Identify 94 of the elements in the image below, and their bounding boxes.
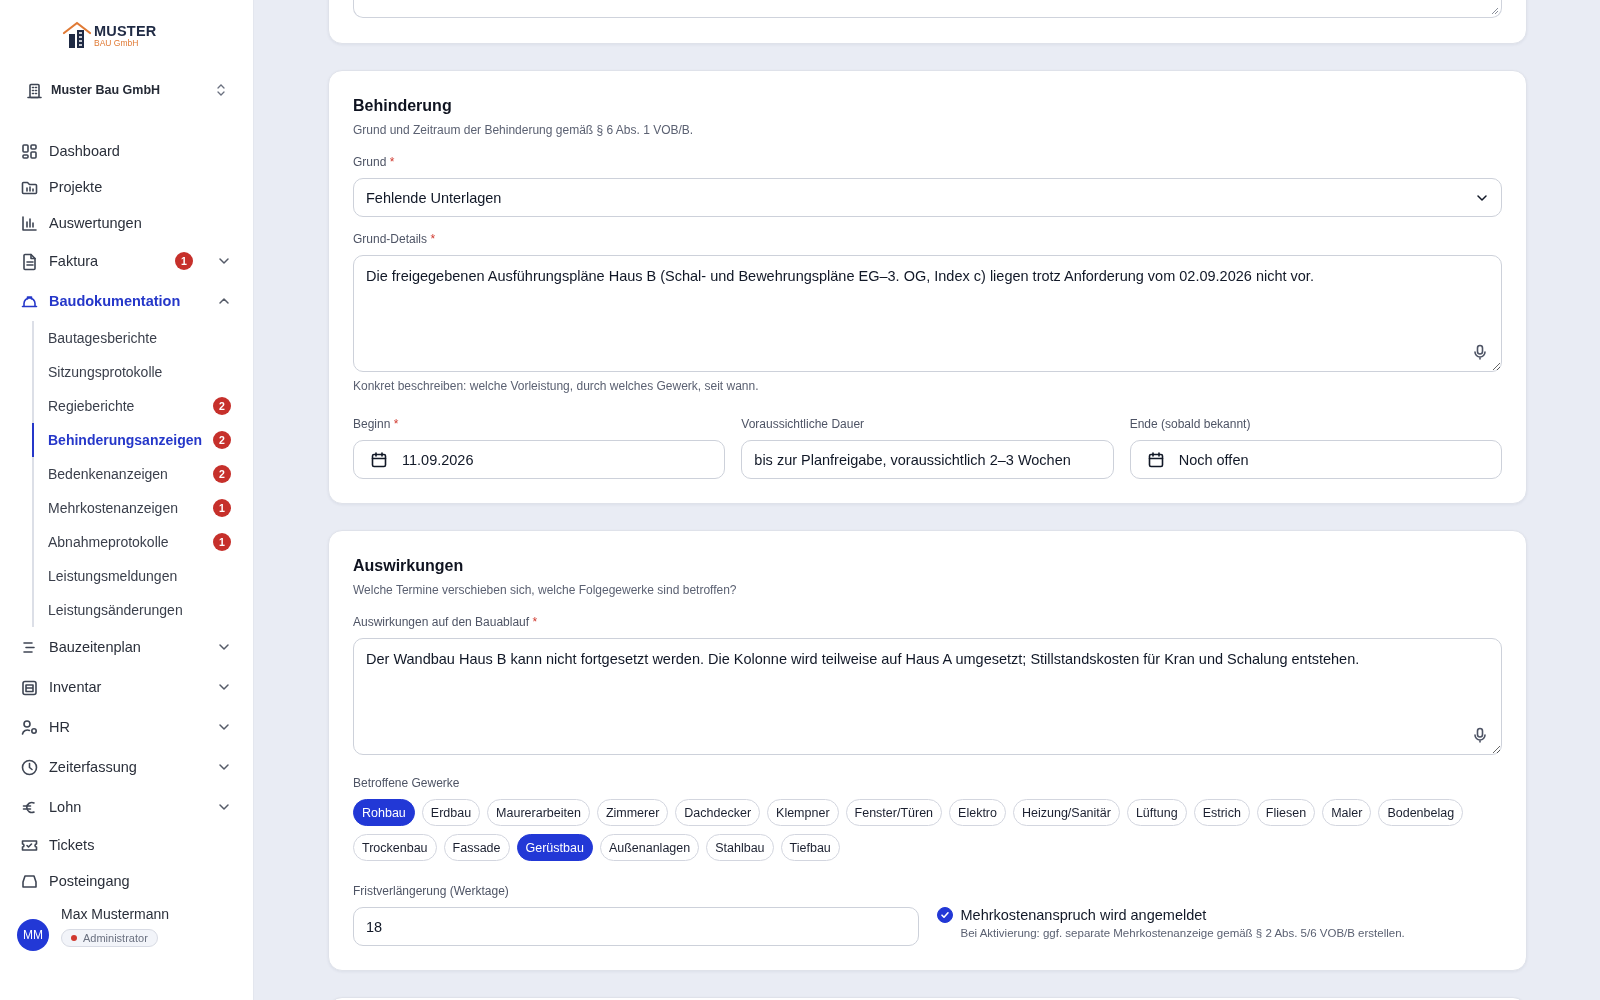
nav-subitem[interactable]: Sitzungsprotokolle (32, 355, 253, 389)
chip[interactable]: Fenster/Türen (845, 799, 943, 826)
field-label: Voraussichtliche Dauer (741, 416, 866, 432)
company-switcher[interactable]: Muster Bau GmbH (0, 70, 253, 110)
chip[interactable]: Erdbau (421, 799, 481, 826)
role-badge: Administrator (61, 929, 158, 947)
nav-item[interactable]: Inventar (0, 667, 253, 707)
nav-item[interactable]: HR (0, 707, 253, 747)
status-dot (71, 935, 77, 941)
section-subtitle: Welche Termine verschieben sich, welche Folgegewerke sind betroffen? (353, 582, 738, 598)
nav-subitem[interactable]: Leistungsänderungen (32, 593, 253, 627)
chip[interactable]: Fliesen (1256, 799, 1316, 826)
date-field[interactable]: 11.09.2026 (353, 440, 726, 479)
hint-text: Konkret beschreiben: welche Vorleistung, durch welches Gewerk, seit wann. (353, 378, 760, 394)
chip[interactable]: Tiefbau (780, 834, 840, 861)
nav-item[interactable]: Dashboard (0, 133, 253, 169)
chevron-up-down-icon (215, 82, 227, 98)
nav-item[interactable]: Posteingang (0, 863, 253, 899)
date-value[interactable]: 11.09.2026 (402, 451, 713, 468)
chip[interactable]: Maurerarbeiten (487, 799, 590, 826)
microphone-icon (1473, 344, 1487, 360)
chip[interactable]: Zimmerer (596, 799, 669, 826)
logo-subtitle: BAU GmbH (94, 38, 140, 48)
nav-item[interactable]: Bauzeitenplan (0, 627, 253, 667)
chip[interactable]: Klempner (767, 799, 839, 826)
chip[interactable]: Gerüstbau (516, 834, 593, 861)
count-badge: 1 (213, 499, 231, 517)
nav-item[interactable]: Faktura 1 (0, 241, 253, 281)
field-label: Auswirkungen auf den Bauablauf * (353, 614, 539, 630)
text-area[interactable]: Der Wandbau Haus B kann nicht fortgesetzt werden. Die Kolonne wird teilweise auf Haus A umgesetzt; Stillstandskosten für Kran und Schalung entstehen. (353, 638, 1502, 755)
chip[interactable]: Fassade (443, 834, 510, 861)
checkmark-icon (939, 910, 950, 920)
chip[interactable]: Rohbau (353, 799, 415, 826)
dashboard-icon (20, 141, 39, 161)
nav-subitem[interactable]: Regieberichte 2 (32, 389, 253, 423)
resize-handle-icon (1490, 6, 1499, 15)
microphone-icon (1473, 727, 1487, 743)
nav-subitem[interactable]: Bedenkenanzeigen 2 (32, 457, 253, 491)
section-subtitle: Grund und Zeitraum der Behinderung gemäß § 6 Abs. 1 VOB/B. (353, 122, 695, 138)
field-label: Beginn * (353, 416, 400, 432)
bar-chart-icon (20, 213, 39, 233)
nav-item[interactable]: Auswertungen (0, 205, 253, 241)
section-title: Behinderung (353, 96, 453, 116)
nav-subitem[interactable]: Abnahmeprotokolle 1 (32, 525, 253, 559)
field-label: Fristverlängerung (Werktage) (353, 883, 510, 899)
field-label: Grund-Details * (353, 231, 437, 247)
logo-title: MUSTER (94, 24, 157, 38)
chip[interactable]: Maler (1322, 799, 1372, 826)
chip[interactable]: Dachdecker (675, 799, 761, 826)
chip[interactable]: Lüftung (1126, 799, 1187, 826)
checkbox[interactable] (936, 907, 953, 923)
input-field[interactable]: bis zur Planfreigabe, voraussichtlich 2–3 Wochen (741, 440, 1114, 479)
nav-item[interactable]: Tickets (0, 827, 253, 863)
text-area[interactable]: Die freigegebenen Ausführungspläne Haus B (Schal- und Bewehrungspläne EG–3. OG, Index c) liegen trotz Anforderung vom 02.09.2026 nicht vor. (353, 255, 1502, 372)
chip[interactable]: Estrich (1193, 799, 1250, 826)
field-label: Grund * (353, 154, 396, 170)
nav-item[interactable]: Zeiterfassung (0, 747, 253, 787)
nav-subitem[interactable]: Bautagesberichte (32, 321, 253, 355)
nav-subitem[interactable]: Mehrkostenanzeigen 1 (32, 491, 253, 525)
count-badge: 2 (213, 431, 231, 449)
nav-subitem[interactable]: Leistungsmeldungen (32, 559, 253, 593)
count-badge: 1 (213, 533, 231, 551)
nav-item[interactable]: Lohn (0, 787, 253, 827)
avatar: MM (17, 919, 49, 951)
chip[interactable]: Außenanlagen (599, 834, 700, 861)
field-label: Ende (sobald bekannt) (1129, 416, 1252, 432)
document-icon (20, 251, 39, 271)
calendar-icon (1146, 450, 1165, 469)
house-icon (62, 20, 92, 50)
logo[interactable]: MUSTER BAU GmbH (0, 0, 253, 70)
chip[interactable]: Stahlbau (706, 834, 774, 861)
count-badge: 2 (213, 397, 231, 415)
chip[interactable]: Heizung/Sanitär (1012, 799, 1120, 826)
date-field[interactable]: Noch offen (1129, 440, 1502, 479)
people-icon (20, 717, 39, 737)
input-field[interactable]: 18 (353, 907, 919, 946)
checkbox-label: Mehrkostenanspruch wird angemeldet (960, 906, 1208, 924)
nav-subitem[interactable]: Behinderungsanzeigen 2 (32, 423, 253, 457)
calendar-icon (370, 450, 388, 469)
nav-item[interactable]: Baudokumentation (0, 281, 253, 321)
user-name: Max Mustermann (61, 905, 170, 923)
date-value[interactable]: Noch offen (1178, 451, 1489, 468)
chip[interactable]: Trockenbau (353, 834, 437, 861)
chip[interactable]: Bodenbelag (1378, 799, 1464, 826)
clock-icon (20, 757, 39, 777)
field-label: Betroffene Gewerke (353, 775, 461, 791)
hint-text: Bei Aktivierung: ggf. separate Mehrkostenanzeige gemäß § 2 Abs. 5/6 VOB/B erstellen. (960, 927, 1405, 939)
select-field[interactable]: Fehlende Unterlagen (353, 178, 1502, 217)
nav-item[interactable]: Projekte (0, 169, 253, 205)
chip[interactable]: Elektro (949, 799, 1006, 826)
section-title: Auswirkungen (353, 556, 465, 576)
count-badge: 1 (175, 252, 193, 270)
count-badge: 2 (213, 465, 231, 483)
building-icon (26, 81, 43, 99)
